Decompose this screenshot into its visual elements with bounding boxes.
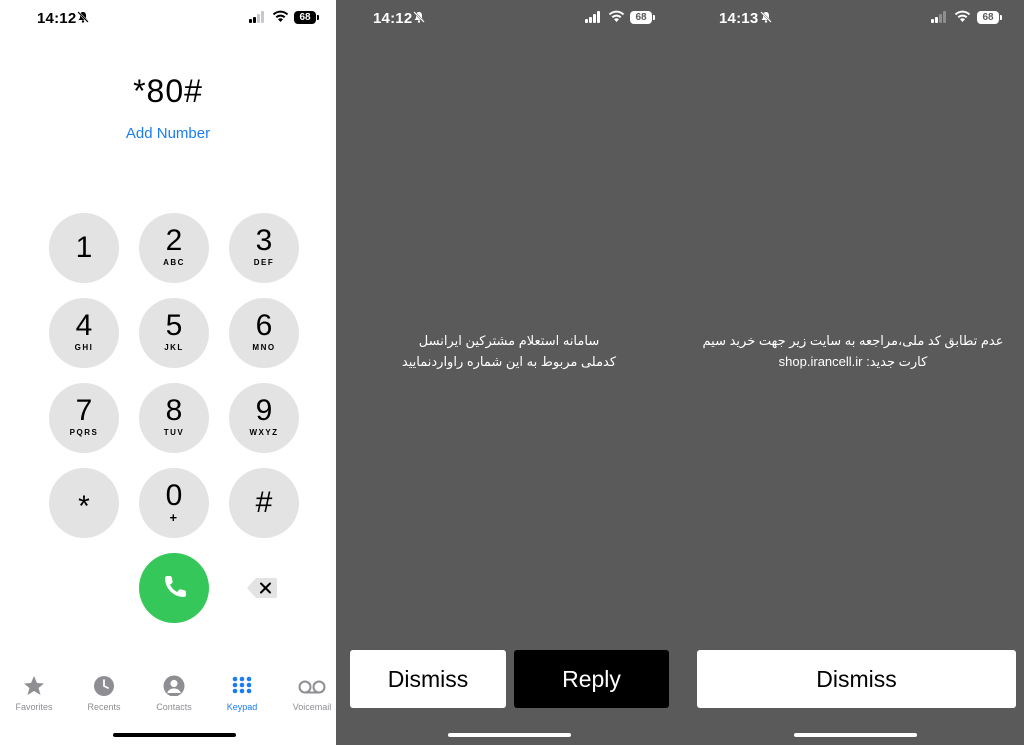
key-letters: ABC xyxy=(163,258,185,267)
key-digit: 0 xyxy=(165,479,183,512)
key-letters: + xyxy=(169,510,179,525)
message-line: عدم تطابق کد ملی،مراجعه به سایت زیر جهت … xyxy=(702,333,1004,348)
status-time: 14:12 xyxy=(373,10,413,27)
clock-icon xyxy=(94,676,114,696)
home-indicator xyxy=(448,733,571,737)
phone-icon xyxy=(165,576,186,597)
keypad-icon xyxy=(232,676,252,694)
status-bar: 14:13 68 xyxy=(682,0,1024,36)
dismiss-button[interactable]: Dismiss xyxy=(350,650,506,708)
key-3[interactable]: 3 DEF xyxy=(229,213,299,283)
battery-level: 68 xyxy=(294,11,316,24)
message-line: کدملی مربوط به این شماره راواردنمایید xyxy=(401,354,617,369)
key-letters: PQRS xyxy=(69,428,99,437)
tab-label: Favorites xyxy=(15,702,53,712)
add-number-link[interactable]: Add Number xyxy=(0,125,336,142)
tab-voicemail[interactable]: Voicemail xyxy=(279,668,336,712)
ussd-message: سامانه استعلام مشترکین ایرانسل کدملی مرب… xyxy=(346,330,672,372)
key-star[interactable]: * xyxy=(49,468,119,538)
ussd-message: عدم تطابق کد ملی،مراجعه به سایت زیر جهت … xyxy=(688,330,1018,372)
tab-bar: Favorites Recents Contacts Keypad Voicem… xyxy=(0,668,336,718)
call-button[interactable] xyxy=(139,553,209,623)
signal-icon xyxy=(585,11,603,23)
key-digit: 6 xyxy=(255,309,273,342)
status-time: 14:13 xyxy=(719,10,759,27)
key-7[interactable]: 7 PQRS xyxy=(49,383,119,453)
ussd-dialog-2: 14:13 68 عدم تطابق کد ملی،مراجعه به سایت… xyxy=(682,0,1024,745)
message-line: کارت جدید: shop.irancell.ir xyxy=(778,354,928,369)
message-line: سامانه استعلام مشترکین ایرانسل xyxy=(418,333,600,348)
signal-icon xyxy=(249,11,267,23)
battery-tip xyxy=(1000,15,1002,20)
person-icon xyxy=(163,675,185,696)
battery-level: 68 xyxy=(977,11,999,24)
key-letters: GHI xyxy=(74,343,94,352)
home-indicator xyxy=(113,733,236,737)
key-digit: 7 xyxy=(75,394,93,427)
key-letters: MNO xyxy=(252,343,276,352)
tab-contacts[interactable]: Contacts xyxy=(141,668,207,712)
key-digit: 3 xyxy=(255,224,273,257)
wifi-icon xyxy=(272,10,289,22)
tab-favorites[interactable]: Favorites xyxy=(1,668,67,712)
key-5[interactable]: 5 JKL xyxy=(139,298,209,368)
tab-recents[interactable]: Recents xyxy=(71,668,137,712)
key-digit: # xyxy=(255,486,273,519)
dialed-number: *80# xyxy=(133,73,203,109)
star-icon xyxy=(24,676,44,695)
key-digit: 9 xyxy=(255,394,273,427)
voicemail-icon xyxy=(298,680,326,694)
battery-level: 68 xyxy=(630,11,652,24)
tab-label: Contacts xyxy=(156,702,192,712)
dismiss-button[interactable]: Dismiss xyxy=(697,650,1016,708)
key-6[interactable]: 6 MNO xyxy=(229,298,299,368)
key-digit: 2 xyxy=(165,224,183,257)
key-hash[interactable]: # xyxy=(229,468,299,538)
reply-button[interactable]: Reply xyxy=(514,650,669,708)
key-digit: 1 xyxy=(75,231,93,264)
silent-bell-icon xyxy=(77,11,89,23)
battery-tip xyxy=(317,15,319,20)
key-8[interactable]: 8 TUV xyxy=(139,383,209,453)
key-letters: JKL xyxy=(164,343,184,352)
key-0[interactable]: 0 + xyxy=(139,468,209,538)
key-digit: 4 xyxy=(75,309,93,342)
tab-label: Keypad xyxy=(226,702,258,712)
key-digit: 5 xyxy=(165,309,183,342)
home-indicator xyxy=(794,733,917,737)
silent-bell-icon xyxy=(760,11,772,23)
backspace-icon[interactable] xyxy=(246,577,278,599)
key-digit: * xyxy=(78,490,90,523)
key-4[interactable]: 4 GHI xyxy=(49,298,119,368)
key-1[interactable]: 1 xyxy=(49,213,119,283)
ussd-dialog-1: 14:12 68 سامانه استعلام مشترکین ایرانسل … xyxy=(336,0,682,745)
wifi-icon xyxy=(954,10,971,22)
status-bar: 14:12 68 xyxy=(0,0,336,36)
keypad-screen: 14:12 68 *80# Add Number 1 2 ABC 3 DEF 4… xyxy=(0,0,336,745)
silent-bell-icon xyxy=(413,11,425,23)
battery-tip xyxy=(653,15,655,20)
tab-label: Recents xyxy=(87,702,121,712)
key-letters: TUV xyxy=(163,428,185,437)
key-9[interactable]: 9 WXYZ xyxy=(229,383,299,453)
tab-keypad[interactable]: Keypad xyxy=(209,668,275,712)
status-bar: 14:12 68 xyxy=(336,0,682,36)
tab-label: Voicemail xyxy=(292,702,332,712)
key-letters: WXYZ xyxy=(249,428,279,437)
wifi-icon xyxy=(608,10,625,22)
key-digit: 8 xyxy=(165,394,183,427)
signal-icon xyxy=(931,11,949,23)
key-letters: DEF xyxy=(253,258,275,267)
status-time: 14:12 xyxy=(37,10,77,27)
key-2[interactable]: 2 ABC xyxy=(139,213,209,283)
